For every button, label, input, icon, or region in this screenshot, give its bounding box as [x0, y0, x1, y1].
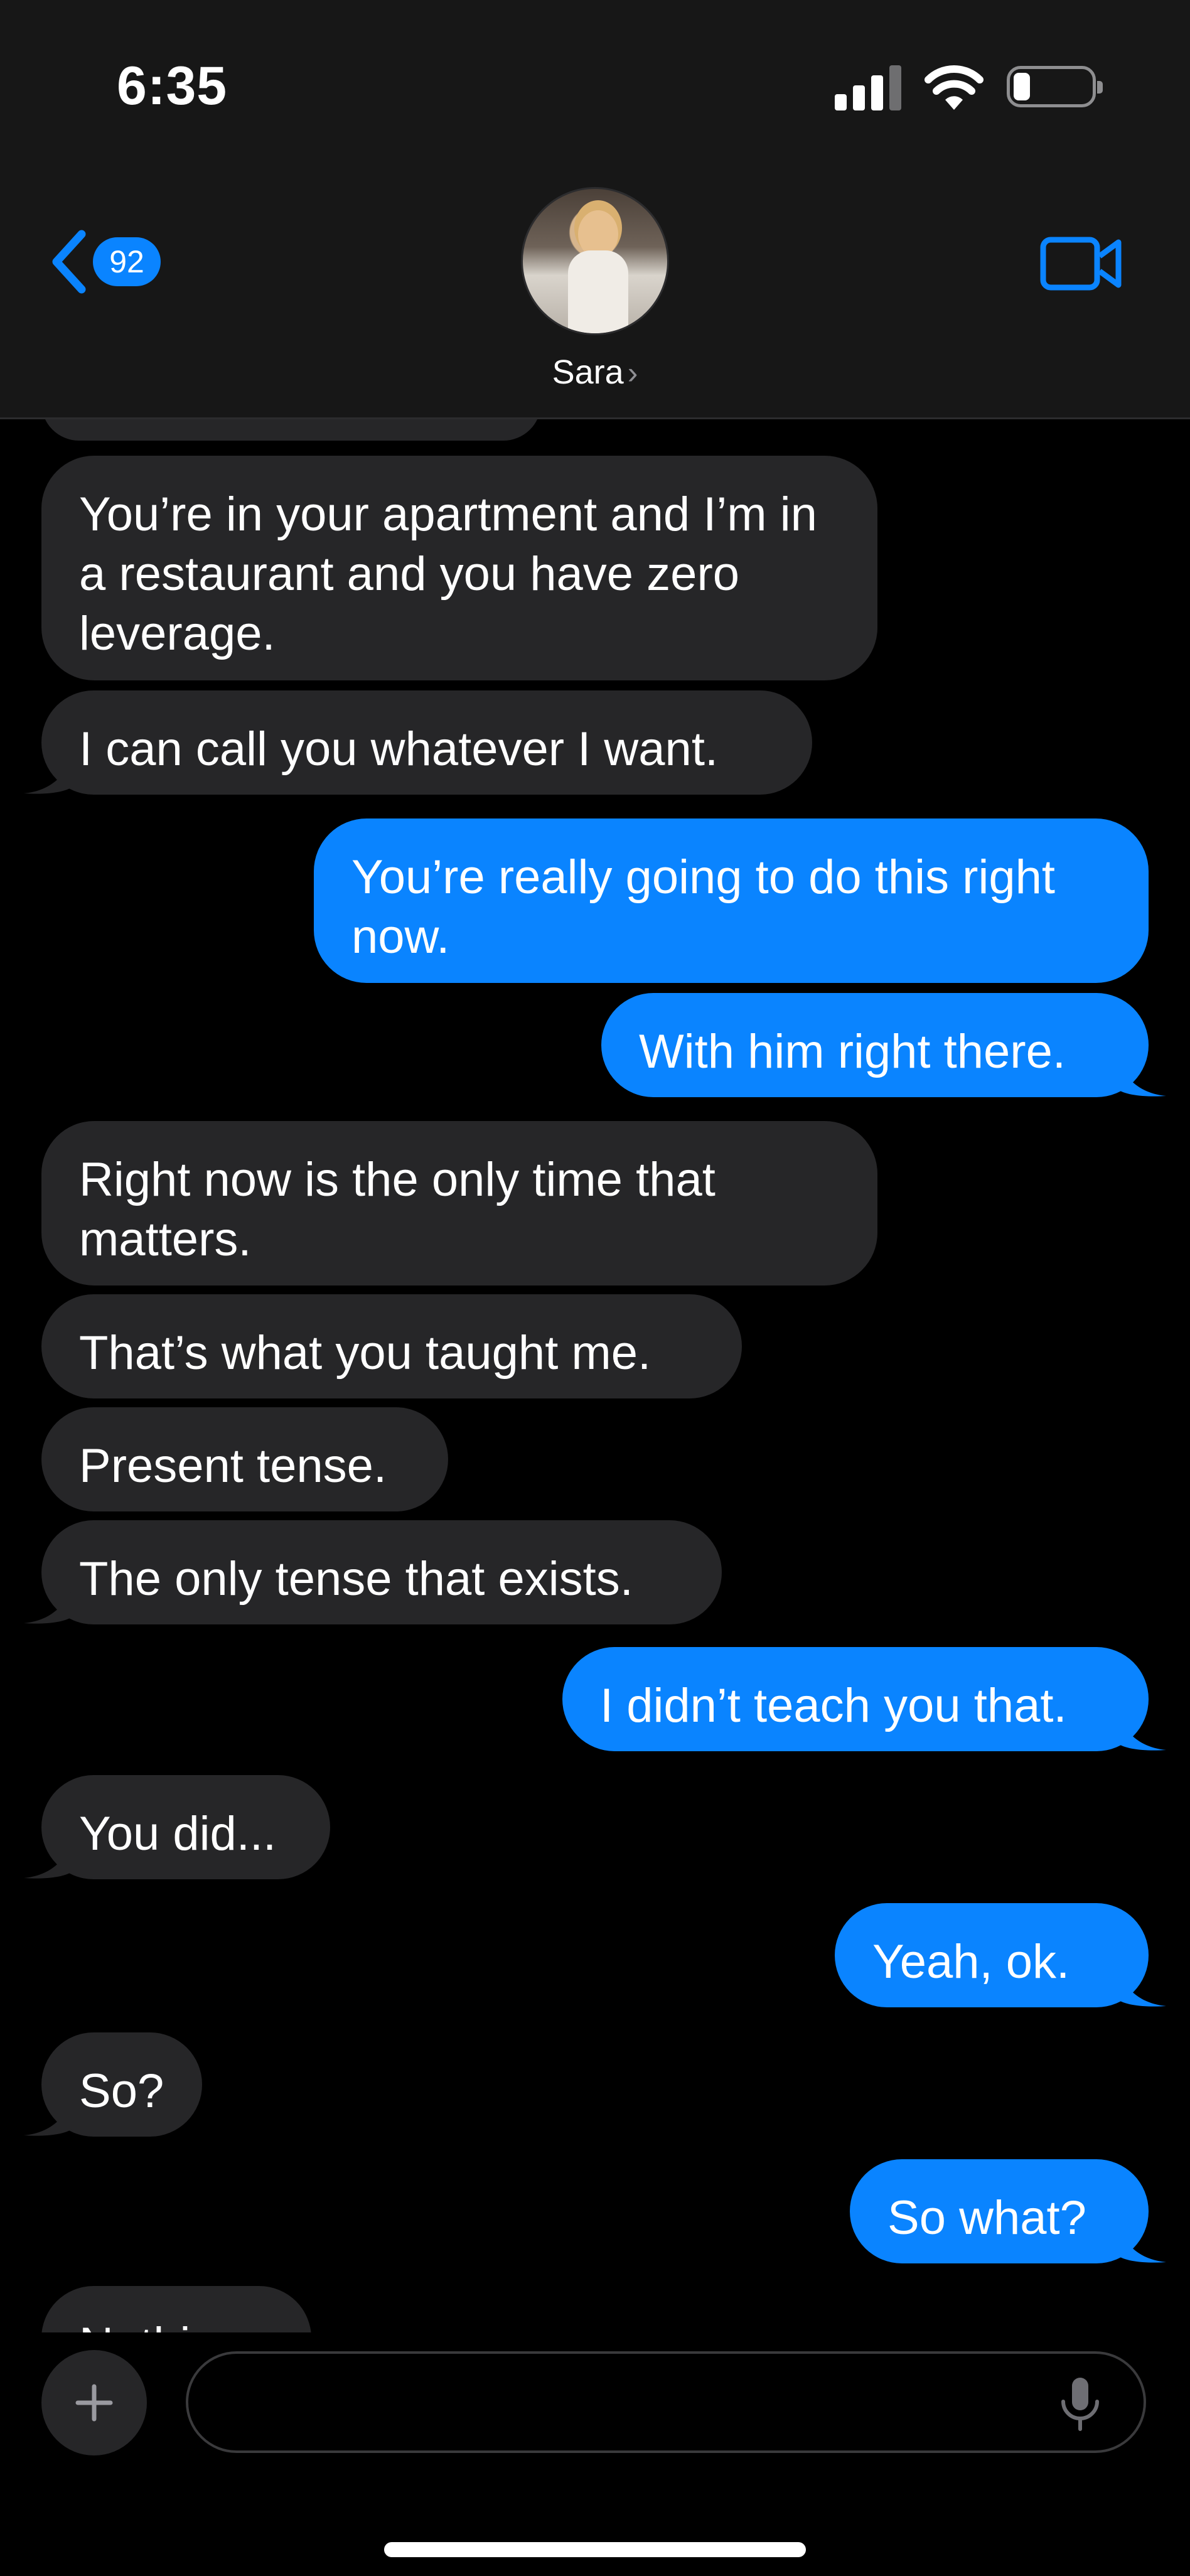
- contact-avatar[interactable]: [521, 187, 669, 335]
- battery-icon: [1007, 66, 1103, 107]
- message-bubble-incoming[interactable]: That’s what you taught me.: [41, 1294, 742, 1398]
- message-bubble-incoming[interactable]: I can call you whatever I want.: [24, 690, 812, 795]
- message-text: So?: [79, 2064, 164, 2118]
- chevron-right-icon: ›: [627, 355, 638, 390]
- message-bubble-outgoing[interactable]: With him right there.: [601, 993, 1166, 1097]
- bubble-tail: [1116, 2226, 1166, 2263]
- bubble-tail: [1116, 1060, 1166, 1097]
- wifi-icon: [925, 65, 984, 110]
- message-bubble-incoming[interactable]: Right now is the only time that matters.: [41, 1121, 877, 1285]
- chevron-left-icon: [52, 230, 86, 294]
- status-icons: [835, 63, 1103, 110]
- message-bubble-outgoing[interactable]: I didn’t teach you that.: [562, 1647, 1166, 1751]
- bubble-tail: [24, 757, 74, 794]
- conversation-header: 6:35 92 Sara ›: [0, 0, 1190, 419]
- message-input-container[interactable]: [186, 2351, 1146, 2453]
- unread-count-badge: 92: [93, 237, 161, 286]
- bubble-tail: [24, 1587, 74, 1624]
- bubble-tail: [1116, 1970, 1166, 2007]
- message-text: You’re in your apartment and I’m in a re…: [79, 488, 817, 660]
- bubble-tail: [24, 1842, 74, 1879]
- message-text: You’re really going to do this right now…: [351, 851, 1055, 963]
- message-text: Present tense.: [79, 1439, 387, 1493]
- message-text: So what?: [887, 2191, 1086, 2245]
- message-bubble-incoming[interactable]: The only tense that exists.: [24, 1520, 722, 1624]
- message-text: I can call you whatever I want.: [79, 722, 719, 776]
- add-attachment-button[interactable]: [41, 2350, 147, 2455]
- status-time: 6:35: [117, 56, 228, 116]
- message-text: With him right there.: [639, 1025, 1066, 1078]
- messages-screen: You’re in your apartment and I’m in a re…: [0, 0, 1190, 2576]
- message-bubble-partial-top: [41, 419, 541, 441]
- message-bubble-incoming[interactable]: You’re in your apartment and I’m in a re…: [41, 456, 877, 680]
- message-bubble-outgoing[interactable]: You’re really going to do this right now…: [314, 818, 1149, 983]
- message-bubble-incoming[interactable]: So?: [24, 2032, 202, 2137]
- message-input[interactable]: [220, 2354, 1036, 2450]
- plus-icon: [75, 2384, 113, 2422]
- contact-name: Sara: [552, 353, 624, 391]
- message-bubble-incoming[interactable]: Nothing: [41, 2286, 311, 2332]
- microphone-icon[interactable]: [1058, 2375, 1102, 2432]
- message-text: I didn’t teach you that.: [600, 1679, 1067, 1732]
- home-indicator[interactable]: [384, 2542, 806, 2557]
- message-text: You did...: [79, 1807, 277, 1860]
- message-text: Yeah, ok.: [872, 1935, 1070, 1988]
- message-text: The only tense that exists.: [79, 1552, 633, 1606]
- message-bubble-outgoing[interactable]: Yeah, ok.: [835, 1903, 1166, 2007]
- message-bubble-outgoing[interactable]: So what?: [850, 2159, 1166, 2263]
- back-button[interactable]: 92: [49, 229, 161, 294]
- message-bubble-incoming[interactable]: You did...: [24, 1775, 330, 1879]
- bubble-tail: [24, 2099, 74, 2136]
- message-text: Nothing: [79, 2318, 244, 2332]
- video-camera-icon[interactable]: [1039, 233, 1123, 294]
- message-bubble-incoming[interactable]: Present tense.: [41, 1407, 448, 1511]
- contact-name-button[interactable]: Sara ›: [0, 353, 1190, 392]
- compose-bar: [0, 2332, 1190, 2576]
- signal-icon: [835, 63, 901, 110]
- bubble-tail: [1116, 1714, 1166, 1751]
- message-text: That’s what you taught me.: [79, 1326, 651, 1380]
- message-thread[interactable]: You’re in your apartment and I’m in a re…: [0, 419, 1190, 2332]
- message-text: Right now is the only time that matters.: [79, 1153, 716, 1266]
